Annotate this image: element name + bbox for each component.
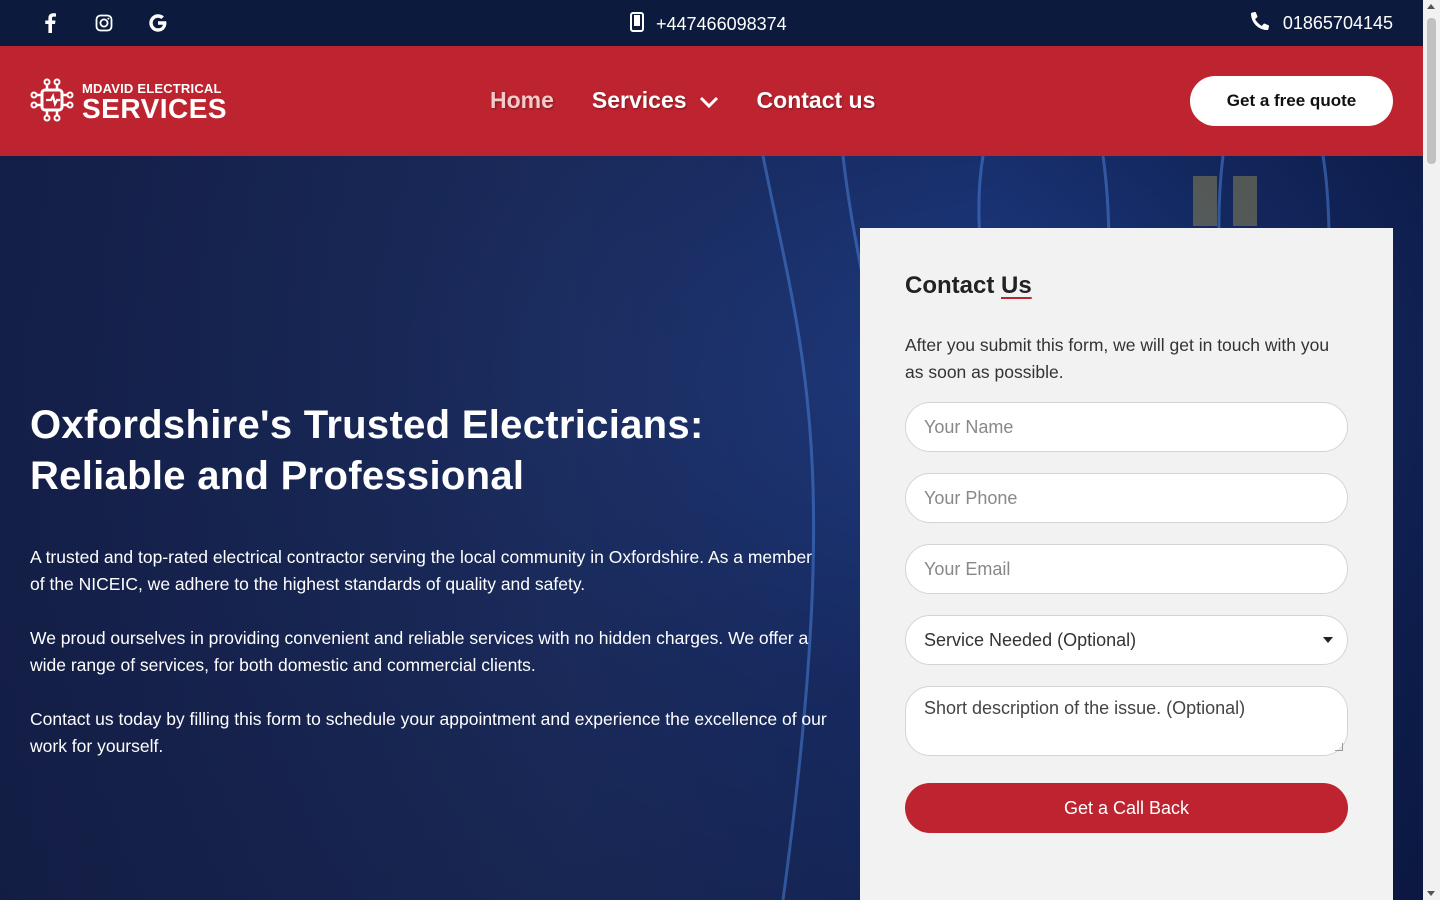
page-scrollbar[interactable]	[1423, 0, 1440, 900]
name-placeholder: Your Name	[924, 416, 1014, 437]
chevron-down-icon	[699, 87, 719, 114]
facebook-icon[interactable]	[38, 11, 62, 35]
circuit-logo-icon	[30, 78, 74, 127]
description-textarea[interactable]: Short description of the issue. (Optiona…	[905, 686, 1348, 756]
get-call-back-button[interactable]: Get a Call Back	[905, 783, 1348, 833]
nav-home[interactable]: Home	[490, 87, 554, 114]
resize-handle-icon[interactable]	[1335, 743, 1343, 751]
top-contact-bar: +447466098374 01865704145	[0, 0, 1423, 46]
phone-placeholder: Your Phone	[924, 487, 1018, 508]
name-input[interactable]: Your Name	[905, 402, 1348, 452]
email-input[interactable]: Your Email	[905, 544, 1348, 594]
nav-services[interactable]: Services	[592, 87, 719, 114]
nav-contact[interactable]: Contact us	[757, 87, 876, 114]
phone-icon	[1250, 11, 1269, 35]
nav-contact-label: Contact us	[756, 87, 876, 113]
hero-paragraph-3: Contact us today by filling this form to…	[30, 709, 827, 756]
logo-text: MDAVID ELECTRICAL SERVICES	[82, 82, 227, 123]
contact-form-title-underlined: Us	[1001, 272, 1032, 299]
caret-down-icon	[1323, 637, 1333, 643]
service-select-value: Service Needed (Optional)	[924, 629, 1137, 650]
phone-input[interactable]: Your Phone	[905, 473, 1348, 523]
get-free-quote-button[interactable]: Get a free quote	[1190, 76, 1393, 126]
instagram-icon[interactable]	[92, 11, 116, 35]
hero-title-line1: Oxfordshire's Trusted Electricians:	[30, 403, 704, 447]
scroll-up-arrow-icon[interactable]	[1427, 4, 1435, 9]
hero-section: Oxfordshire's Trusted Electricians: Reli…	[0, 156, 1423, 900]
landline-phone-number: 01865704145	[1282, 13, 1393, 33]
contact-form-title-plain: Contact	[905, 272, 1001, 299]
service-select[interactable]: Service Needed (Optional)	[905, 615, 1348, 665]
nav-services-label: Services	[591, 87, 687, 113]
mobile-phone-number: +447466098374	[656, 14, 787, 34]
main-nav: Home Services Contact us	[490, 87, 875, 114]
main-header: MDAVID ELECTRICAL SERVICES Home Services…	[0, 46, 1423, 156]
scrollbar-thumb[interactable]	[1427, 18, 1436, 164]
hero-paragraph-2: We proud ourselves in providing convenie…	[30, 628, 809, 675]
mobile-phone-link[interactable]: +447466098374	[630, 12, 787, 37]
landline-phone-link[interactable]: 01865704145	[1250, 11, 1393, 35]
email-placeholder: Your Email	[924, 558, 1011, 579]
site-logo[interactable]: MDAVID ELECTRICAL SERVICES	[30, 78, 227, 127]
contact-form-intro: After you submit this form, we will get …	[905, 335, 1330, 382]
mobile-phone-icon	[630, 12, 644, 37]
social-links	[38, 11, 170, 35]
hero-paragraph-1: A trusted and top-rated electrical contr…	[30, 547, 813, 594]
contact-form-fields: Your Name Your Phone Your Email Service …	[905, 402, 1348, 756]
nav-home-label: Home	[490, 87, 554, 113]
hero-title-line2: Reliable and Professional	[30, 454, 525, 498]
description-placeholder: Short description of the issue. (Optiona…	[924, 698, 1246, 718]
scroll-down-arrow-icon[interactable]	[1427, 891, 1435, 896]
logo-brand-bottom: SERVICES	[82, 93, 228, 124]
hero-text: Oxfordshire's Trusted Electricians: Reli…	[30, 400, 830, 760]
google-icon[interactable]	[146, 11, 170, 35]
hero-title: Oxfordshire's Trusted Electricians: Reli…	[30, 400, 830, 502]
contact-form-title: Contact Us	[905, 272, 1348, 300]
contact-form-card: Contact Us After you submit this form, w…	[860, 228, 1393, 900]
